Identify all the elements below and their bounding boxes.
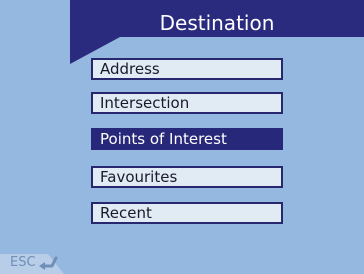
title-bar: Destination [0, 0, 364, 64]
menu-item-favourites[interactable]: Favourites [91, 166, 283, 188]
page-title: Destination [159, 11, 275, 35]
menu-item-intersection[interactable]: Intersection [91, 92, 283, 114]
menu-item-recent[interactable]: Recent [91, 202, 283, 224]
menu-item-address[interactable]: Address [91, 58, 283, 80]
menu-item-points-of-interest[interactable]: Points of Interest [91, 128, 283, 150]
esc-button[interactable]: ESC [0, 248, 66, 274]
esc-label: ESC [10, 255, 36, 270]
